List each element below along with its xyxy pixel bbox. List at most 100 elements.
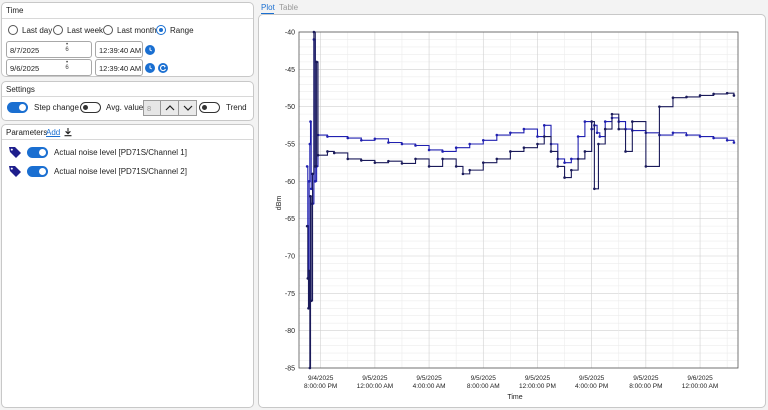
series-1-point bbox=[468, 142, 472, 146]
series-2-point bbox=[617, 127, 621, 131]
radio-last-month-label: Last month bbox=[117, 26, 157, 35]
plot-area bbox=[298, 31, 739, 369]
series-1-point bbox=[309, 120, 312, 123]
series-2-point bbox=[481, 161, 485, 164]
series-2-point bbox=[542, 135, 546, 138]
end-time-input[interactable]: 12:39:40 AM bbox=[95, 59, 143, 76]
series-1-point bbox=[495, 133, 499, 137]
series-2-point bbox=[590, 120, 593, 123]
start-time-input[interactable]: 12:39:40 AM bbox=[95, 41, 143, 58]
series-2-point bbox=[326, 150, 329, 153]
series-2-point bbox=[454, 165, 458, 168]
start-date-input[interactable]: 8/7/2025 bbox=[6, 41, 92, 58]
start-time-value: 12:39:40 AM bbox=[99, 46, 142, 55]
parameter-2-label: Actual noise level [PD71S/Channel 2] bbox=[54, 167, 187, 176]
noise-level-chart: -40-45-50-55-60-65-70-75-80-859/4/20258:… bbox=[276, 30, 739, 401]
radio-last-month[interactable] bbox=[103, 25, 113, 35]
divider bbox=[2, 139, 253, 140]
tag-icon bbox=[9, 147, 21, 158]
series-1-point bbox=[725, 138, 729, 142]
avg-value-toggle[interactable] bbox=[80, 102, 101, 113]
series-1-point bbox=[387, 141, 390, 144]
end-time-value: 12:39:40 AM bbox=[99, 64, 142, 73]
series-1-point bbox=[570, 157, 573, 161]
y-axis-label: dBm bbox=[276, 196, 283, 211]
series-1-point bbox=[346, 136, 350, 140]
series-1-point bbox=[308, 142, 312, 146]
series-2-point bbox=[315, 60, 318, 64]
series-2-point bbox=[308, 366, 312, 370]
end-date-spinner[interactable]: • 6 bbox=[64, 60, 70, 71]
series-2-point bbox=[307, 269, 311, 273]
tab-table[interactable]: Table bbox=[279, 3, 298, 12]
avg-value-increment[interactable] bbox=[160, 101, 178, 115]
series-1-point bbox=[307, 180, 311, 183]
series-1-point bbox=[542, 124, 546, 127]
radio-last-week[interactable] bbox=[53, 25, 63, 35]
end-date-value: 9/6/2025 bbox=[10, 64, 40, 73]
series-2-point bbox=[624, 150, 627, 153]
x-tick-label: 9/5/2025 bbox=[525, 375, 551, 382]
radio-last-day[interactable] bbox=[8, 25, 18, 35]
series-1-point bbox=[454, 146, 458, 150]
series-2-point bbox=[305, 224, 309, 228]
end-date-input[interactable]: 9/6/2025 bbox=[6, 59, 92, 76]
trend-toggle[interactable] bbox=[199, 102, 220, 113]
calendar-icon[interactable] bbox=[145, 45, 155, 55]
series-1-point bbox=[360, 138, 363, 142]
divider bbox=[2, 96, 253, 97]
settings-panel: Settings Step change Avg. value 8 Trend bbox=[1, 81, 254, 121]
x-tick-label: 8:00:00 PM bbox=[629, 383, 662, 390]
step-change-label: Step change bbox=[34, 103, 79, 112]
start-date-spinner[interactable]: • 6 bbox=[64, 42, 70, 53]
series-1-point bbox=[685, 133, 688, 137]
series-2-point bbox=[309, 299, 313, 303]
series-2-point bbox=[427, 165, 431, 168]
series-2-point bbox=[712, 92, 715, 96]
series-2-point bbox=[441, 157, 444, 161]
step-change-toggle[interactable] bbox=[7, 102, 28, 113]
series-2-point bbox=[597, 142, 600, 146]
parameter-1-toggle[interactable] bbox=[27, 147, 48, 158]
y-tick-label: -40 bbox=[285, 30, 295, 37]
radio-range[interactable] bbox=[156, 25, 166, 35]
series-2-point bbox=[307, 306, 310, 310]
parameter-2-toggle[interactable] bbox=[27, 166, 48, 177]
avg-value-stepper[interactable]: 8 bbox=[143, 100, 197, 116]
series-1-point bbox=[603, 120, 607, 123]
series-2-point bbox=[332, 151, 336, 155]
series-2-line bbox=[307, 31, 735, 369]
download-icon[interactable] bbox=[63, 127, 73, 137]
avg-value-decrement[interactable] bbox=[178, 101, 196, 115]
x-tick-label: 12:00:00 PM bbox=[519, 383, 556, 390]
tab-plot[interactable]: Plot bbox=[261, 3, 275, 12]
x-tick-label: 4:00:00 AM bbox=[413, 383, 446, 390]
series-2-point bbox=[556, 165, 560, 168]
x-tick-label: 4:00:00 PM bbox=[575, 383, 608, 390]
series-2-point bbox=[373, 161, 377, 164]
settings-panel-title: Settings bbox=[6, 85, 35, 94]
series-1-point bbox=[698, 135, 702, 138]
avg-value-number: 8 bbox=[147, 104, 152, 113]
series-1-point bbox=[509, 131, 512, 135]
y-tick-label: -80 bbox=[285, 328, 295, 335]
series-1-point bbox=[313, 180, 317, 183]
x-tick-label: 12:00:00 AM bbox=[357, 383, 394, 390]
radio-last-week-label: Last week bbox=[67, 26, 104, 35]
series-2-point bbox=[685, 95, 688, 99]
chart-panel: -40 -45 -50 -55 -60 -65 -70 -75 -80 -85 9/4/2025 8:… bbox=[258, 14, 766, 408]
series-1-point bbox=[326, 135, 329, 138]
time-panel: Time Last day Last week Last month Range… bbox=[1, 2, 254, 77]
calendar-icon[interactable] bbox=[145, 63, 155, 73]
parameter-1-label: Actual noise level [PD71S/Channel 1] bbox=[54, 148, 187, 157]
x-tick-label: 9/5/2025 bbox=[579, 375, 605, 382]
add-parameter-link[interactable]: Add bbox=[46, 128, 60, 137]
series-2-point bbox=[549, 150, 553, 153]
y-tick-label: -55 bbox=[285, 142, 295, 149]
avg-value-label: Avg. value bbox=[106, 103, 144, 112]
series-2-point bbox=[570, 168, 573, 172]
series-2-point bbox=[563, 176, 566, 179]
series-1-point bbox=[373, 137, 377, 141]
series-2-point bbox=[346, 157, 350, 161]
refresh-icon[interactable] bbox=[158, 63, 168, 73]
